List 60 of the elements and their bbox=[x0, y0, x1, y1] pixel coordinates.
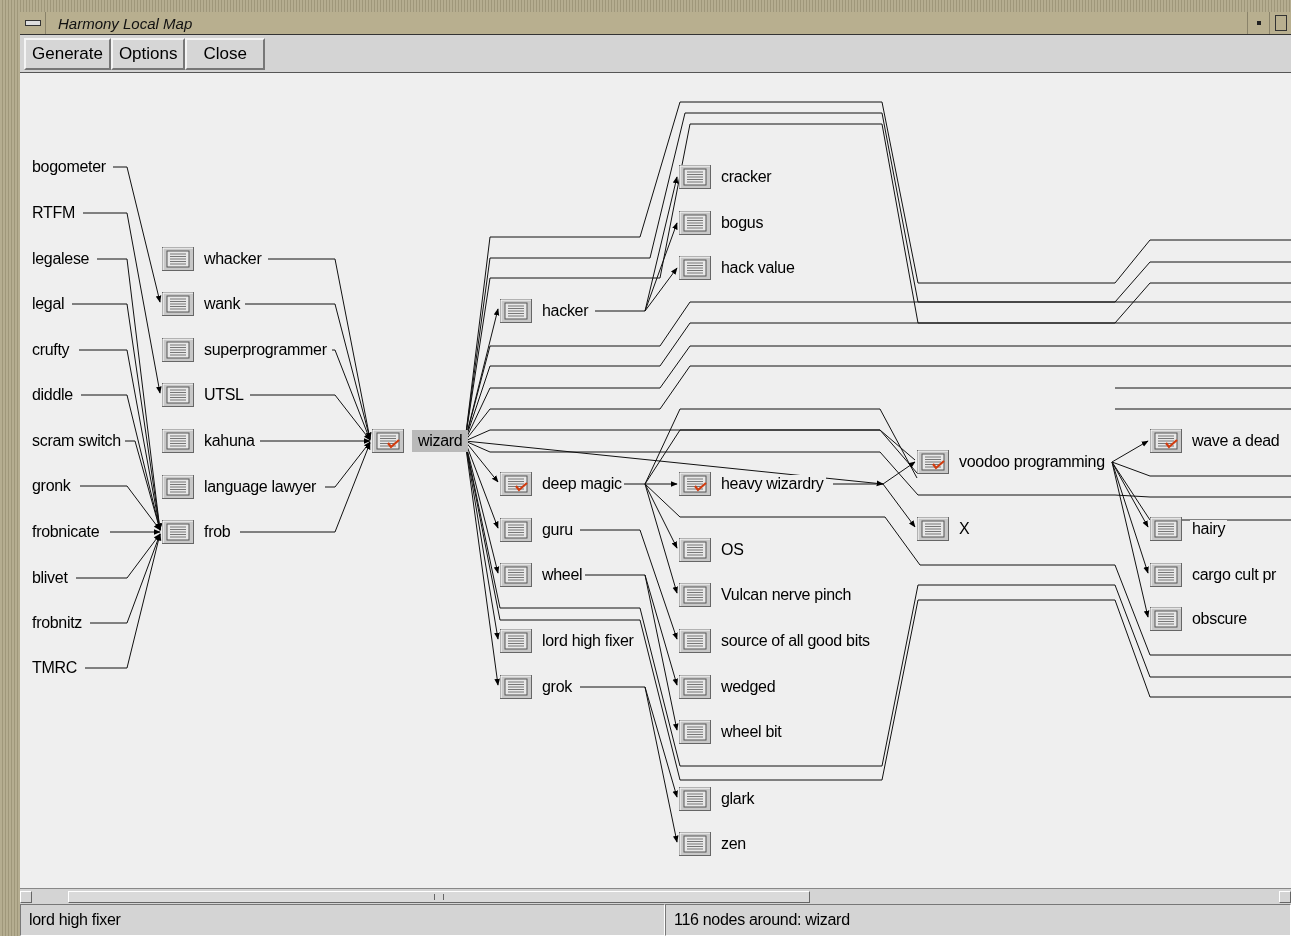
node-label[interactable]: bogus bbox=[719, 214, 766, 232]
document-icon[interactable] bbox=[162, 338, 194, 362]
document-icon[interactable] bbox=[679, 165, 711, 189]
scroll-left-icon[interactable] bbox=[20, 890, 32, 903]
toolbar-button[interactable]: Options bbox=[110, 37, 186, 70]
document-icon[interactable] bbox=[372, 429, 404, 453]
document-icon[interactable] bbox=[679, 787, 711, 811]
node-label[interactable]: legalese bbox=[30, 250, 92, 268]
horizontal-scrollbar[interactable] bbox=[20, 888, 1291, 904]
document-icon[interactable] bbox=[500, 629, 532, 653]
document-icon[interactable] bbox=[162, 429, 194, 453]
document-icon[interactable] bbox=[1150, 607, 1182, 631]
document-icon[interactable] bbox=[500, 299, 532, 323]
status-field: lord high fixer bbox=[20, 904, 665, 936]
document-icon[interactable] bbox=[1150, 517, 1182, 541]
document-icon[interactable] bbox=[500, 472, 532, 496]
node-label[interactable]: bogometer bbox=[30, 158, 108, 176]
document-icon[interactable] bbox=[162, 383, 194, 407]
node-label[interactable]: cargo cult pr bbox=[1190, 566, 1279, 584]
node-label[interactable]: wizard bbox=[412, 430, 469, 452]
document-icon[interactable] bbox=[679, 583, 711, 607]
node-label[interactable]: grok bbox=[540, 678, 574, 696]
document-icon[interactable] bbox=[500, 675, 532, 699]
node-label[interactable]: source of all good bits bbox=[719, 632, 872, 650]
node-label[interactable]: glark bbox=[719, 790, 757, 808]
document-icon[interactable] bbox=[679, 211, 711, 235]
node-label[interactable]: hairy bbox=[1190, 520, 1228, 538]
node-label[interactable]: Vulcan nerve pinch bbox=[719, 586, 854, 604]
document-icon[interactable] bbox=[917, 450, 949, 474]
node-label[interactable]: voodoo programming bbox=[957, 453, 1107, 471]
document-icon[interactable] bbox=[679, 832, 711, 856]
document-icon[interactable] bbox=[679, 256, 711, 280]
window-title: Harmony Local Map bbox=[58, 14, 193, 32]
document-icon[interactable] bbox=[679, 720, 711, 744]
node-label[interactable]: legal bbox=[30, 295, 67, 313]
status-field: 116 nodes around: wizard bbox=[665, 904, 1291, 936]
node-label[interactable]: lord high fixer bbox=[540, 632, 636, 650]
document-icon[interactable] bbox=[917, 517, 949, 541]
node-label[interactable]: crufty bbox=[30, 341, 72, 359]
document-icon[interactable] bbox=[500, 563, 532, 587]
node-label[interactable]: deep magic bbox=[540, 475, 624, 493]
scrollbar-thumb[interactable] bbox=[68, 890, 810, 903]
document-icon[interactable] bbox=[679, 629, 711, 653]
toolbar-button[interactable]: Generate bbox=[24, 37, 111, 70]
document-icon[interactable] bbox=[1150, 429, 1182, 453]
document-icon[interactable] bbox=[679, 538, 711, 562]
scroll-right-icon[interactable] bbox=[1279, 890, 1291, 903]
node-label[interactable]: gronk bbox=[30, 477, 73, 495]
toolbar-button[interactable]: Close bbox=[185, 37, 265, 70]
node-label[interactable]: language lawyer bbox=[202, 478, 319, 496]
document-icon[interactable] bbox=[162, 292, 194, 316]
document-icon[interactable] bbox=[679, 472, 711, 496]
document-icon[interactable] bbox=[1150, 563, 1182, 587]
document-icon[interactable] bbox=[162, 520, 194, 544]
node-label[interactable]: wedged bbox=[719, 678, 778, 696]
node-label[interactable]: heavy wizardry bbox=[719, 475, 826, 493]
document-icon[interactable] bbox=[679, 675, 711, 699]
document-icon[interactable] bbox=[500, 518, 532, 542]
document-icon[interactable] bbox=[162, 475, 194, 499]
document-icon[interactable] bbox=[162, 247, 194, 271]
